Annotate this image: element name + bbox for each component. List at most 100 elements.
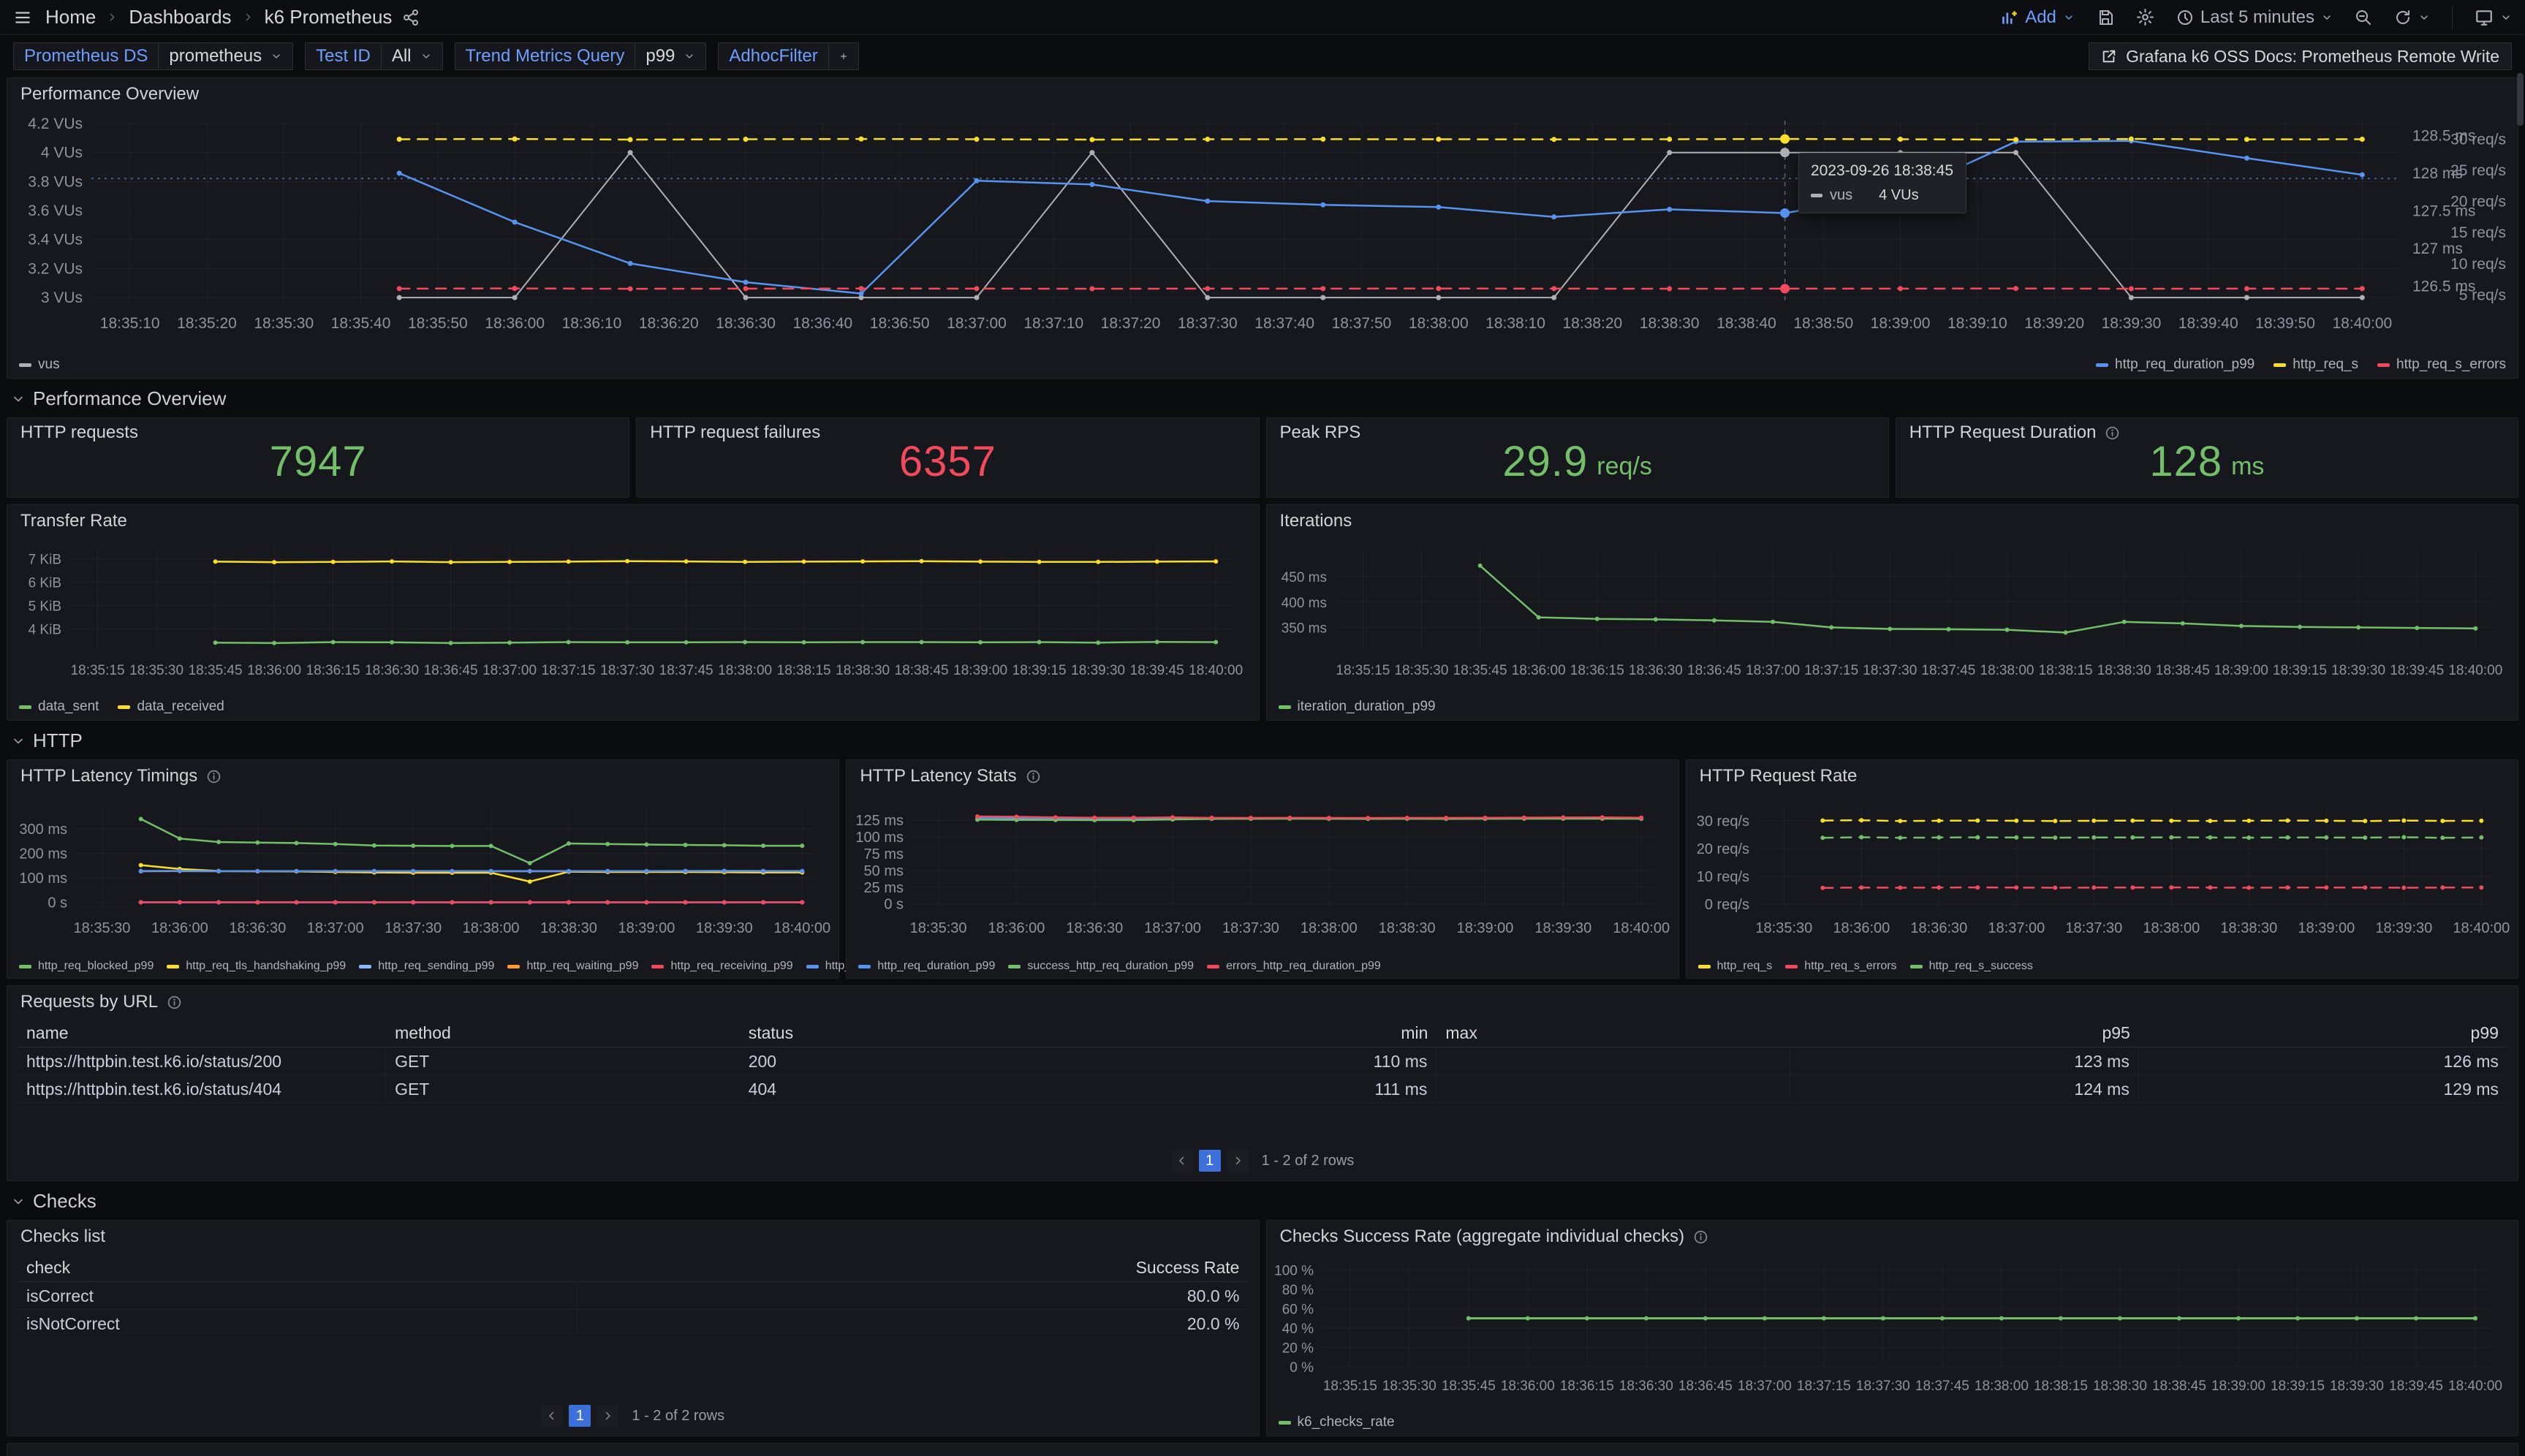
legend-item-k6_checks_rate[interactable]: k6_checks_rate (1279, 1414, 1395, 1430)
column-header[interactable]: p99 (2139, 1023, 2507, 1043)
column-header[interactable]: method (386, 1023, 740, 1043)
svg-text:18:36:15: 18:36:15 (1570, 663, 1624, 678)
legend-label: http_req_duration_p99 (877, 960, 995, 973)
legend-item-http_req_sending_p99[interactable]: http_req_sending_p99 (359, 960, 494, 973)
panel-title[interactable]: Iterations (1280, 511, 1352, 531)
settings-icon[interactable] (2136, 8, 2154, 26)
row-header-performance-overview[interactable]: Performance Overview (7, 379, 2518, 417)
transfer-rate-chart[interactable]: 4 KiB5 KiB6 KiB7 KiB18:35:1518:35:3018:3… (15, 536, 1252, 691)
panel-title[interactable]: Transfer Rate (20, 511, 127, 531)
table-cell: https://httpbin.test.k6.io/status/404 (18, 1075, 386, 1103)
save-icon[interactable] (2097, 9, 2114, 26)
svg-text:18:40:00: 18:40:00 (1613, 920, 1670, 936)
variable-label[interactable]: Trend Metrics Query (455, 42, 636, 70)
legend-item-vus[interactable]: vus (19, 357, 60, 373)
refresh-button[interactable] (2394, 9, 2430, 26)
svg-text:18:36:30: 18:36:30 (365, 663, 419, 678)
row-header-checks[interactable]: Checks (7, 1181, 2518, 1220)
variable-value-dropdown[interactable]: All (381, 42, 443, 70)
legend-item-http_req_s[interactable]: http_req_s (1698, 960, 1773, 973)
column-header[interactable]: Success Rate (578, 1258, 1249, 1278)
refresh-icon (2394, 9, 2412, 26)
share-icon[interactable] (402, 9, 420, 26)
legend-label: http_req_receiving_p99 (670, 960, 792, 973)
panel-title[interactable]: Checks Success Rate (aggregate individua… (1280, 1226, 1685, 1247)
panel-title[interactable]: HTTP Request Rate (1700, 766, 1858, 786)
add-button[interactable]: Add (1999, 7, 2075, 28)
time-range-picker[interactable]: Last 5 minutes (2176, 7, 2333, 28)
column-header[interactable]: name (18, 1023, 386, 1043)
http-latency-stats-chart[interactable]: 0 s25 ms50 ms75 ms100 ms125 ms18:35:3018… (854, 792, 1670, 949)
checks-success-rate-chart[interactable]: 0 %20 %40 %60 %80 %100 %18:35:1518:35:30… (1274, 1253, 2511, 1406)
caret-down-icon (2321, 12, 2333, 23)
kiosk-mode-button[interactable] (2475, 8, 2512, 27)
info-icon[interactable] (206, 769, 222, 784)
variable-label[interactable]: Test ID (305, 42, 382, 70)
caret-down-icon (270, 50, 282, 62)
svg-text:18:40:00: 18:40:00 (773, 920, 830, 936)
variable-label[interactable]: AdhocFilter (718, 42, 828, 70)
next-page-button[interactable] (1227, 1150, 1249, 1172)
legend-item-http_req_blocked_p99[interactable]: http_req_blocked_p99 (19, 960, 154, 973)
legend-item-errors_http_req_duration_p99[interactable]: errors_http_req_duration_p99 (1207, 960, 1381, 973)
prev-page-button[interactable] (541, 1405, 563, 1427)
legend-item-http_req_receiving_p99[interactable]: http_req_receiving_p99 (651, 960, 792, 973)
column-header[interactable]: status (740, 1023, 1094, 1043)
svg-text:18:35:30: 18:35:30 (129, 663, 183, 678)
svg-text:10 req/s: 10 req/s (1696, 869, 1749, 885)
legend-item-http_req_waiting_p99[interactable]: http_req_waiting_p99 (507, 960, 638, 973)
column-header[interactable]: min (1093, 1023, 1436, 1043)
legend-item-iteration_duration_p99[interactable]: iteration_duration_p99 (1279, 699, 1436, 715)
prev-page-button[interactable] (1171, 1150, 1193, 1172)
svg-text:18:35:30: 18:35:30 (254, 315, 314, 332)
table-cell: 126 ms (2139, 1052, 2507, 1072)
external-link-icon (2101, 48, 2117, 64)
breadcrumb-home[interactable]: Home (45, 6, 96, 29)
column-header[interactable]: max (1436, 1023, 1790, 1043)
svg-text:18:39:00: 18:39:00 (953, 663, 1007, 678)
http-latency-timings-chart[interactable]: 0 s100 ms200 ms300 ms18:35:3018:36:0018:… (15, 792, 831, 949)
http-request-rate-chart[interactable]: 0 req/s10 req/s20 req/s30 req/s18:35:301… (1694, 792, 2510, 949)
legend-item-http_req_s_errors[interactable]: http_req_s_errors (2377, 357, 2506, 373)
panel-title[interactable]: HTTP Latency Stats (860, 766, 1016, 786)
svg-text:18:38:45: 18:38:45 (895, 663, 949, 678)
row-header-http[interactable]: HTTP (7, 721, 2518, 759)
legend-item-data_sent[interactable]: data_sent (19, 699, 99, 715)
svg-text:18:40:00: 18:40:00 (2448, 1379, 2502, 1394)
column-header[interactable]: p95 (1790, 1023, 2139, 1043)
next-page-button[interactable] (597, 1405, 618, 1427)
scrollbar-thumb[interactable] (2517, 73, 2524, 126)
zoom-out-icon[interactable] (2355, 9, 2372, 26)
variable-value-dropdown[interactable]: p99 (635, 42, 706, 70)
panel-title[interactable]: Checks list (20, 1226, 105, 1247)
panel-title[interactable]: Performance Overview (20, 84, 199, 105)
variable-value-dropdown[interactable]: prometheus (158, 42, 293, 70)
legend-item-success_http_req_duration_p99[interactable]: success_http_req_duration_p99 (1008, 960, 1194, 973)
menu-icon[interactable] (13, 8, 32, 27)
breadcrumb-dashboards[interactable]: Dashboards (129, 6, 231, 29)
legend-item-http_req_s_errors[interactable]: http_req_s_errors (1785, 960, 1896, 973)
page-1-button[interactable]: 1 (569, 1405, 591, 1427)
legend-item-data_received[interactable]: data_received (118, 699, 224, 715)
info-icon[interactable] (1026, 769, 1041, 784)
legend-item-http_req_tls_handshaking_p99[interactable]: http_req_tls_handshaking_p99 (167, 960, 346, 973)
legend-item-http_req_duration_p99[interactable]: http_req_duration_p99 (2096, 357, 2255, 373)
performance-overview-chart[interactable]: 3 VUs3.2 VUs3.4 VUs3.6 VUs3.8 VUs4 VUs4.… (15, 110, 2510, 347)
info-icon[interactable] (1693, 1229, 1708, 1245)
docs-link-button[interactable]: Grafana k6 OSS Docs: Prometheus Remote W… (2089, 42, 2512, 70)
page-1-button[interactable]: 1 (1199, 1150, 1221, 1172)
legend-item-http_req_s[interactable]: http_req_s (2274, 357, 2358, 373)
panel-title[interactable]: HTTP Latency Timings (20, 766, 197, 786)
legend-item-http_req_s_success[interactable]: http_req_s_success (1910, 960, 2033, 973)
legend-item-http_req_duration_p99[interactable]: http_req_duration_p99 (858, 960, 995, 973)
panel-transfer-rate: Transfer Rate 4 KiB5 KiB6 KiB7 KiB18:35:… (7, 504, 1260, 721)
checks-table-pagination: 1 1 - 2 of 2 rows (7, 1405, 1259, 1427)
column-header[interactable]: check (18, 1258, 578, 1278)
panel-title[interactable]: Requests by URL (20, 992, 158, 1012)
add-filter-button[interactable] (828, 42, 859, 70)
row-title: Checks (33, 1190, 96, 1213)
info-icon[interactable] (167, 995, 182, 1010)
svg-text:18:36:30: 18:36:30 (716, 315, 776, 332)
variable-label[interactable]: Prometheus DS (13, 42, 159, 70)
iterations-chart[interactable]: 350 ms400 ms450 ms18:35:1518:35:3018:35:… (1274, 536, 2511, 691)
